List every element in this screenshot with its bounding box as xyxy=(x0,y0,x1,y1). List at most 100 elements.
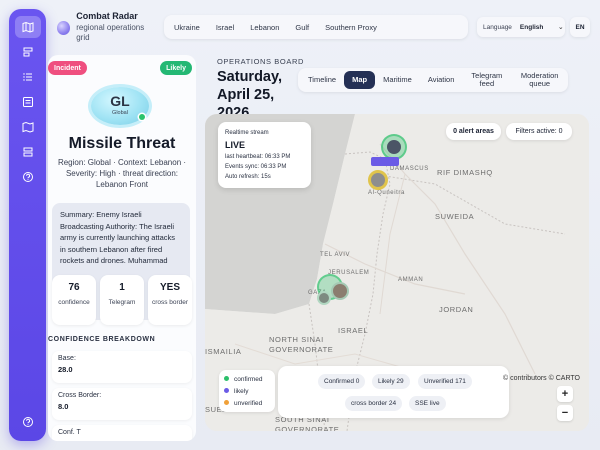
event-cluster-marker[interactable] xyxy=(368,170,388,190)
help-icon xyxy=(22,172,33,182)
breakdown-conf: Conf. T xyxy=(52,425,192,441)
map-outline-nav-button[interactable] xyxy=(15,116,41,138)
filters-pill[interactable]: Filters active: 0 xyxy=(506,123,572,140)
stat-value: 1 xyxy=(119,282,125,293)
legend-item-unverified: unverified xyxy=(224,398,270,410)
incident-title: Missile Threat xyxy=(68,135,176,152)
language-label: Language xyxy=(483,23,512,31)
stat-cross-border: YES cross border xyxy=(148,275,192,325)
tab-moderation-queue[interactable]: Moderation queue xyxy=(511,72,568,88)
brand: Combat Radar regional operations grid xyxy=(55,11,155,43)
breakdown-cross-border: Cross Border: 8.0 xyxy=(52,388,192,420)
region-chip-lebanon[interactable]: Lebanon xyxy=(242,23,287,32)
count-confirmed[interactable]: Confirmed 0 xyxy=(318,374,366,389)
brand-logo xyxy=(57,21,71,35)
layers-icon xyxy=(23,47,32,57)
map-label-amman: AMMAN xyxy=(398,277,424,283)
legend-item-confirmed: confirmed xyxy=(224,374,270,386)
region-chip-gulf[interactable]: Gulf xyxy=(287,23,317,32)
feed-icon xyxy=(22,97,33,107)
breakdown-value: 28.0 xyxy=(58,365,73,374)
legend-label: confirmed xyxy=(234,376,263,383)
stat-confidence: 76 confidence xyxy=(52,275,96,325)
brand-title: Combat Radar xyxy=(76,11,138,21)
map-legend: confirmed likely unverified xyxy=(219,370,275,412)
count-unverified[interactable]: Unverified 171 xyxy=(418,374,472,389)
map-label-damascus: DAMASCUS xyxy=(390,166,429,172)
map-attribution[interactable]: © contributors © CARTO xyxy=(503,375,580,382)
tab-telegram-feed[interactable]: Telegram feed xyxy=(462,72,511,88)
stat-label: cross border xyxy=(151,299,189,306)
zoom-out-button[interactable]: − xyxy=(557,405,573,421)
map-label-ismailia: ISMAILIA xyxy=(205,347,242,356)
brand-subtitle: regional operations grid xyxy=(76,23,145,42)
event-cluster-marker[interactable] xyxy=(387,140,401,154)
list-icon xyxy=(22,73,32,81)
tab-aviation[interactable]: Aviation xyxy=(420,76,463,84)
legend-dot xyxy=(224,388,229,393)
region-selector: Ukraine Israel Lebanon Gulf Southern Pro… xyxy=(164,15,468,39)
legend-item-likely: likely xyxy=(224,386,270,398)
map-icon xyxy=(22,21,33,33)
stat-value: YES xyxy=(159,282,180,293)
map-label-suweida: SUWEIDA xyxy=(435,212,475,221)
legend-dot xyxy=(224,400,229,405)
feed-nav-button[interactable] xyxy=(15,91,41,113)
stream-title: Realtime stream xyxy=(225,130,269,136)
event-cluster-marker[interactable] xyxy=(317,291,331,305)
incident-stats: 76 confidence 1 Telegram YES cross borde… xyxy=(52,275,192,325)
status-badge: Likely xyxy=(160,61,192,75)
language-picker: Language English ⌄ xyxy=(477,17,565,37)
stat-label: Telegram xyxy=(108,299,136,306)
stat-telegram: 1 Telegram xyxy=(100,275,144,325)
layers-nav-button[interactable] xyxy=(15,41,41,63)
region-chip-israel[interactable]: Israel xyxy=(208,23,242,32)
breakdown-heading: CONFIDENCE BREAKDOWN xyxy=(48,336,156,343)
region-chip-ukraine[interactable]: Ukraine xyxy=(166,23,208,32)
region-code: GL xyxy=(110,93,130,109)
bottom-help-button[interactable] xyxy=(15,411,41,433)
stat-value: 76 xyxy=(68,282,80,293)
map-view[interactable]: Realtime stream LIVE last heartbeat: 06:… xyxy=(205,114,589,431)
stream-refresh: Auto refresh: 15s xyxy=(225,174,271,180)
map-label-rif-dimashq: RIF DIMASHQ xyxy=(437,168,493,177)
stack-nav-button[interactable] xyxy=(15,141,41,163)
summary-label: Summary: xyxy=(60,210,95,219)
tab-maritime[interactable]: Maritime xyxy=(375,76,420,84)
help-icon xyxy=(22,417,33,427)
count-likely[interactable]: Likely 29 xyxy=(372,374,410,389)
stream-status: LIVE xyxy=(225,140,246,150)
help-nav-button[interactable] xyxy=(15,166,41,188)
map-label-al-quneitra: Al-Quneitra xyxy=(368,190,405,196)
map-label-jordan: JORDAN xyxy=(439,305,474,314)
map-label-north-sinai: NORTH SINAI GOVERNORATE xyxy=(269,335,334,354)
damascus-marker-tag[interactable] xyxy=(371,157,399,166)
chevron-down-icon[interactable]: ⌄ xyxy=(558,23,564,31)
count-cross-border[interactable]: cross border 24 xyxy=(345,396,403,411)
stream-sync: Events sync: 06:33 PM xyxy=(225,164,287,170)
breakdown-label: Base: xyxy=(58,355,76,362)
tab-timeline[interactable]: Timeline xyxy=(300,76,344,84)
incident-meta: Region: Global · Context: Lebanon · Seve… xyxy=(57,158,187,189)
language-select[interactable]: English xyxy=(520,24,558,31)
sse-live-status: SSE live xyxy=(409,396,446,411)
breakdown-label: Cross Border: xyxy=(58,392,102,399)
view-tabs: Timeline Map Maritime Aviation Telegram … xyxy=(298,68,568,92)
breakdown-base: Base: 28.0 xyxy=(52,351,192,383)
region-avatar: GL Global xyxy=(91,87,149,125)
map-label-tel-aviv: TEL AVIV xyxy=(320,252,351,258)
map-label-israel: ISRAEL xyxy=(338,326,369,335)
stream-heartbeat: last heartbeat: 06:33 PM xyxy=(225,154,291,160)
map-outline-icon xyxy=(22,121,33,133)
language-code-button[interactable]: EN xyxy=(570,17,590,37)
legend-dot xyxy=(224,376,229,381)
zoom-in-button[interactable]: + xyxy=(557,386,573,402)
event-cluster-marker[interactable] xyxy=(331,282,349,300)
region-chip-southern-proxy[interactable]: Southern Proxy xyxy=(317,23,385,32)
list-nav-button[interactable] xyxy=(15,66,41,88)
tab-map[interactable]: Map xyxy=(344,71,376,89)
alert-areas-pill[interactable]: 0 alert areas xyxy=(446,123,501,140)
event-counts-panel: Confirmed 0 Likely 29 Unverified 171 cro… xyxy=(278,366,509,418)
map-nav-button[interactable] xyxy=(14,16,41,38)
realtime-stream-card: Realtime stream LIVE last heartbeat: 06:… xyxy=(218,122,311,188)
